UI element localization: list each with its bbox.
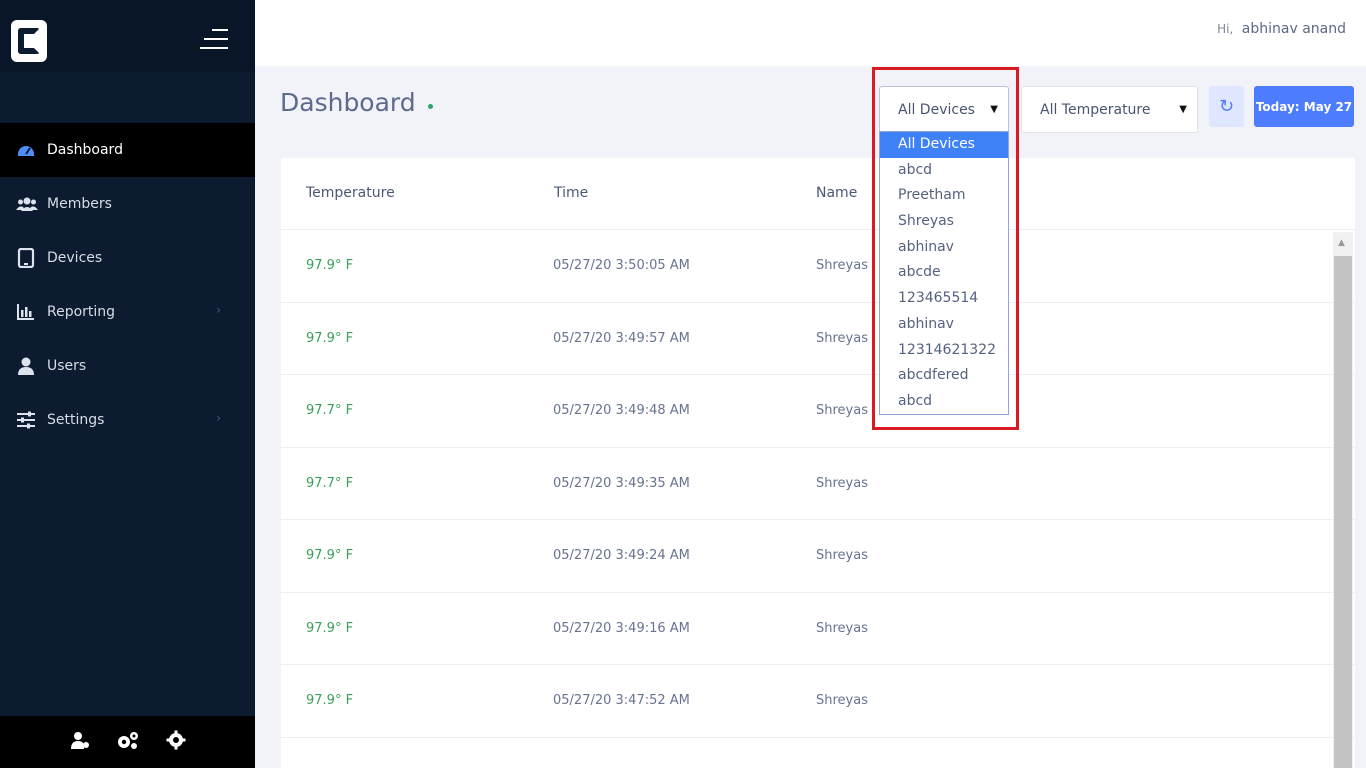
devices-dropdown-list: All Devices abcd Preetham Shreyas abhina… (879, 131, 1009, 415)
user-cog-icon[interactable] (70, 730, 90, 755)
status-dot (428, 104, 433, 109)
dropdown-option[interactable]: 123465514 (880, 286, 1008, 312)
table-row[interactable]: 97.9° F 05/27/20 3:49:57 AM Shreyas (281, 303, 1355, 375)
sidebar: Dashboard Members Devices Reporting › Us… (0, 0, 255, 768)
scroll-up-icon[interactable]: ▲ (1338, 238, 1345, 248)
temperature-cell: 97.9° F (306, 330, 354, 346)
sidebar-item-label: Reporting (47, 304, 116, 320)
page-title: Dashboard (280, 88, 416, 117)
sidebar-item-label: Members (47, 196, 112, 212)
sidebar-footer (0, 716, 255, 768)
table-row[interactable]: 97.9° F 05/27/20 3:47:52 AM Shreyas (281, 665, 1355, 738)
name-cell: Shreyas (816, 548, 868, 563)
members-icon (16, 194, 38, 214)
bar-chart-icon (16, 302, 36, 322)
dropdown-option[interactable]: abcd (880, 389, 1008, 415)
refresh-button[interactable]: ↻ (1209, 86, 1244, 127)
temperature-cell: 97.9° F (306, 620, 354, 636)
sidebar-item-settings[interactable]: Settings › (0, 393, 255, 447)
temperature-select[interactable]: All Temperature ▼ (1021, 86, 1198, 133)
dropdown-option[interactable]: abhinav (880, 235, 1008, 261)
dropdown-option[interactable]: Shreyas (880, 209, 1008, 235)
user-name: abhinav anand (1241, 21, 1346, 37)
temperature-select-value: All Temperature (1040, 101, 1151, 118)
dropdown-option[interactable]: abcde (880, 260, 1008, 286)
name-cell: Shreyas (816, 620, 868, 636)
table-body: 97.9° F 05/27/20 3:50:05 AM Shreyas 97.9° … (281, 230, 1355, 738)
sidebar-item-members[interactable]: Members (0, 177, 255, 231)
sidebar-item-dashboard[interactable]: Dashboard (0, 123, 255, 177)
sidebar-item-label: Users (47, 358, 87, 374)
caret-down-icon: ▼ (1179, 104, 1187, 115)
sidebar-item-users[interactable]: Users (0, 339, 255, 393)
column-header-time: Time (554, 185, 589, 201)
time-cell: 05/27/20 3:47:52 AM (553, 693, 690, 708)
dashboard-icon (16, 140, 36, 160)
dropdown-option[interactable]: abhinav (880, 312, 1008, 338)
table-row[interactable]: 97.7° F 05/27/20 3:49:48 AM Shreyas (281, 375, 1355, 448)
time-cell: 05/27/20 3:49:48 AM (553, 403, 690, 418)
sidebar-nav: Dashboard Members Devices Reporting › Us… (0, 123, 255, 447)
time-cell: 05/27/20 3:50:05 AM (553, 258, 690, 273)
table-row[interactable]: 97.7° F 05/27/20 3:49:35 AM Shreyas (281, 448, 1355, 520)
chevron-right-icon: › (216, 411, 221, 425)
menu-toggle-icon[interactable] (200, 29, 228, 51)
temperature-cell: 97.7° F (306, 403, 354, 418)
table-header: Temperature Time Name (281, 158, 1355, 230)
temperature-cell: 97.7° F (306, 475, 354, 491)
temperature-table: Temperature Time Name 97.9° F 05/27/20 3:… (281, 158, 1355, 768)
today-button[interactable]: Today: May 27 (1254, 86, 1354, 127)
name-cell: Shreyas (816, 403, 868, 418)
sidebar-item-devices[interactable]: Devices (0, 231, 255, 285)
time-cell: 05/27/20 3:49:16 AM (553, 620, 690, 636)
column-header-temperature: Temperature (306, 185, 395, 201)
temperature-cell: 97.9° F (306, 548, 354, 563)
gear-icon[interactable] (166, 730, 186, 755)
tablet-icon (16, 247, 36, 269)
sliders-icon (16, 410, 36, 430)
cogs-icon[interactable] (116, 730, 140, 755)
name-cell: Shreyas (816, 330, 868, 346)
table-row[interactable]: 97.9° F 05/27/20 3:49:24 AM Shreyas (281, 520, 1355, 593)
temperature-cell: 97.9° F (306, 693, 354, 708)
top-header: Hi, abhinav anand (255, 0, 1366, 66)
table-row[interactable]: 97.9° F 05/27/20 3:50:05 AM Shreyas (281, 230, 1355, 303)
time-cell: 05/27/20 3:49:35 AM (553, 475, 690, 491)
user-greeting[interactable]: Hi, abhinav anand (1217, 21, 1346, 37)
temperature-cell: 97.9° F (306, 258, 354, 273)
sidebar-item-reporting[interactable]: Reporting › (0, 285, 255, 339)
app-logo[interactable] (11, 20, 47, 62)
scrollbar-thumb[interactable] (1334, 256, 1352, 768)
name-cell: Shreyas (816, 693, 868, 708)
sidebar-item-label: Dashboard (47, 142, 123, 158)
refresh-icon: ↻ (1218, 96, 1235, 117)
name-cell: Shreyas (816, 258, 868, 273)
dropdown-option[interactable]: Preetham (880, 183, 1008, 209)
dropdown-option[interactable]: All Devices (880, 132, 1008, 158)
caret-down-icon: ▼ (990, 104, 998, 115)
time-cell: 05/27/20 3:49:57 AM (553, 330, 690, 346)
greeting-prefix: Hi, (1217, 22, 1234, 36)
dropdown-option[interactable]: 12314621322 (880, 338, 1008, 364)
brand-bar (0, 0, 255, 72)
dropdown-option[interactable]: abcdfered (880, 363, 1008, 389)
column-header-name: Name (816, 185, 858, 201)
time-cell: 05/27/20 3:49:24 AM (553, 548, 690, 563)
sidebar-item-label: Settings (47, 412, 105, 428)
chevron-right-icon: › (216, 303, 221, 317)
user-icon (16, 356, 36, 376)
devices-select[interactable]: All Devices ▼ (879, 86, 1009, 133)
dropdown-option[interactable]: abcd (880, 158, 1008, 184)
devices-select-value: All Devices (898, 101, 975, 118)
table-scrollbar[interactable]: ▲ (1333, 232, 1353, 768)
name-cell: Shreyas (816, 475, 868, 491)
sidebar-item-label: Devices (47, 250, 103, 266)
table-row[interactable]: 97.9° F 05/27/20 3:49:16 AM Shreyas (281, 593, 1355, 665)
